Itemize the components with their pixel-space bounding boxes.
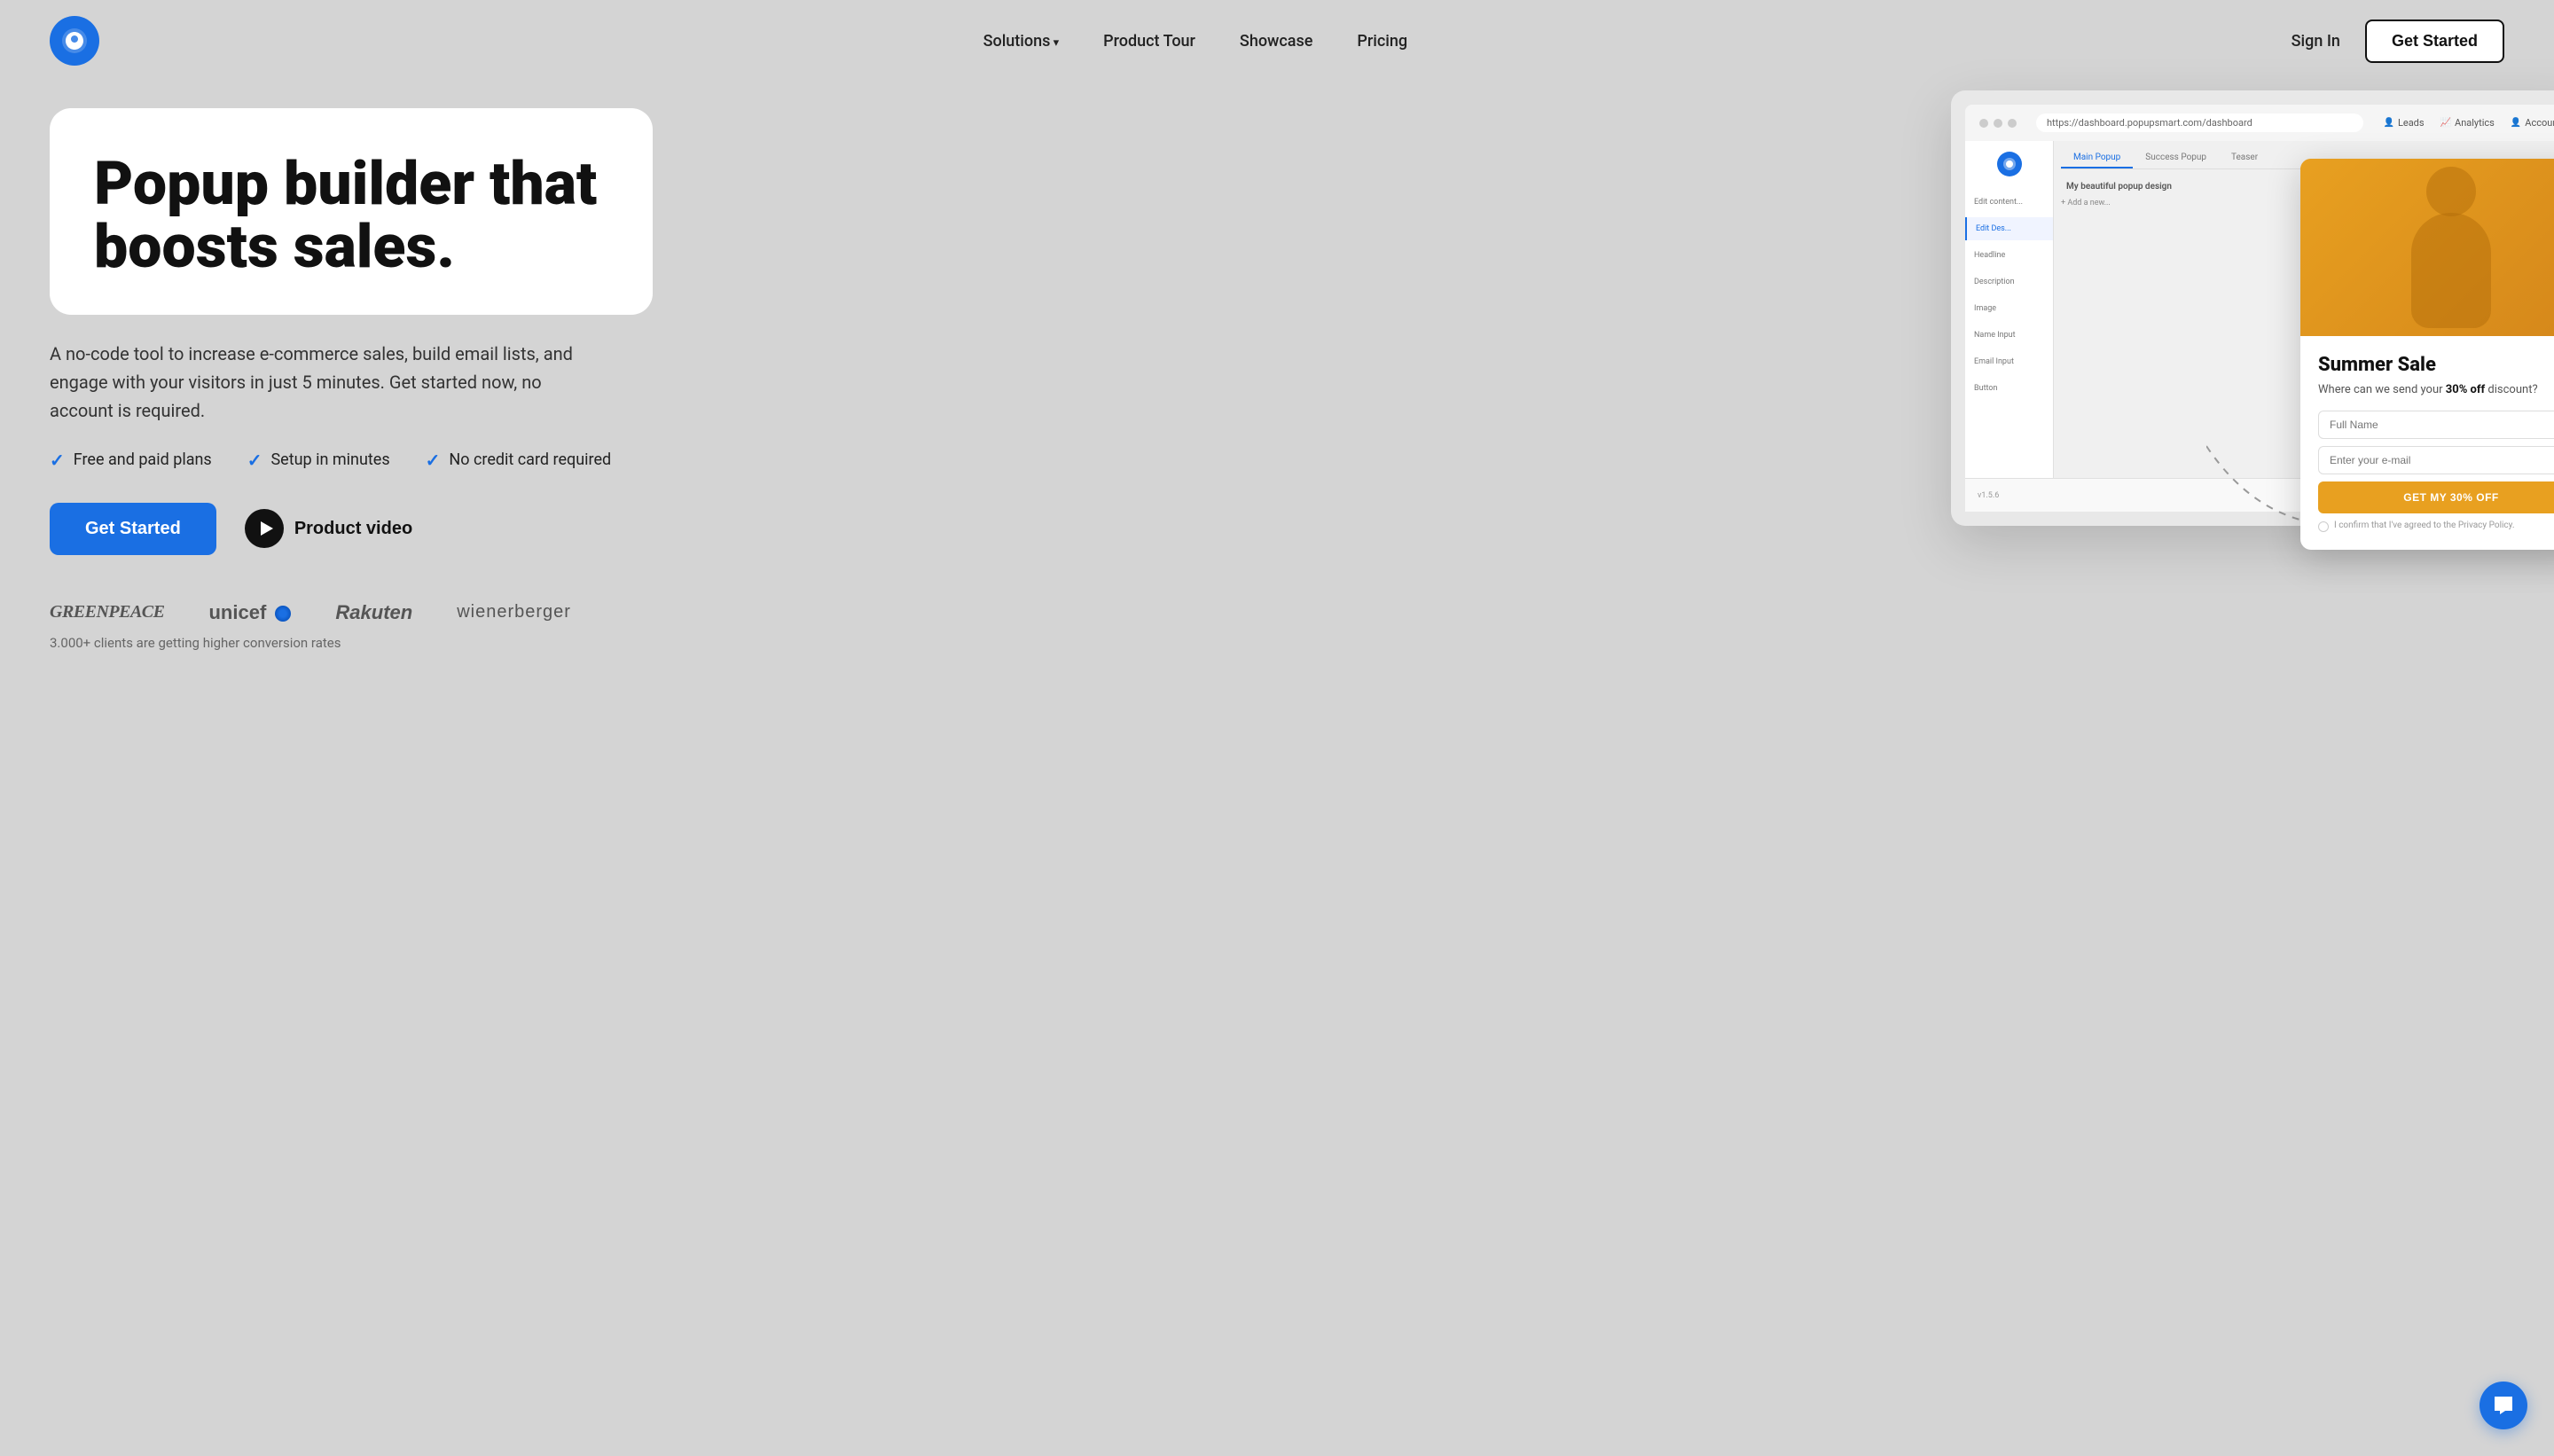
browser-bar: https://dashboard.popupsmart.com/dashboa…: [1965, 105, 2554, 141]
brand-greenpeace: GREENPEACE: [50, 602, 164, 622]
tab-main-popup[interactable]: Main Popup: [2061, 148, 2133, 168]
check-label-setup: Setup in minutes: [270, 450, 389, 469]
nav-link-pricing[interactable]: Pricing: [1357, 32, 1407, 51]
nav-link-showcase[interactable]: Showcase: [1240, 32, 1312, 51]
logo[interactable]: [50, 16, 99, 66]
version-label: v1.5.6: [1978, 491, 1999, 500]
popup-email-input[interactable]: [2318, 446, 2554, 474]
sidebar-edit-design[interactable]: Edit Des...: [1965, 217, 2053, 240]
popup-privacy-text: I confirm that I've agreed to the Privac…: [2334, 521, 2515, 530]
product-video-label: Product video: [294, 519, 412, 539]
popup-subtitle: Where can we send your 30% off discount?: [2318, 383, 2554, 396]
dashboard-sidebar: Edit content... Edit Des... Headline Des…: [1965, 141, 2054, 478]
popup-overlay: ✕ Summer Sale Where can we send your 30%…: [2300, 159, 2554, 550]
hero-headline: Popup builder that boosts sales.: [94, 153, 608, 279]
popup-title: Summer Sale: [2318, 354, 2554, 376]
browser-nav-right: 👤 Leads 📈 Analytics 👤 Account: [2383, 117, 2554, 129]
nav-item-showcase[interactable]: Showcase: [1240, 32, 1312, 51]
dash-logo-icon: [1997, 152, 2022, 176]
check-item-credit: ✓ No credit card required: [426, 450, 612, 471]
tab-teaser[interactable]: Teaser: [2219, 148, 2270, 168]
tab-success-popup[interactable]: Success Popup: [2133, 148, 2219, 168]
nav-right: Sign In Get Started: [2292, 20, 2504, 63]
sidebar-email-input[interactable]: Email Input: [1965, 350, 2053, 373]
clients-text: 3.000+ clients are getting higher conver…: [50, 635, 1326, 651]
analytics-label: Analytics: [2455, 117, 2495, 129]
hero-section: Popup builder that boosts sales. A no-co…: [0, 82, 2554, 702]
dashboard-main: Main Popup Success Popup Teaser My beaut…: [2054, 141, 2554, 478]
nav-link-product-tour[interactable]: Product Tour: [1103, 32, 1195, 51]
popup-form: Summer Sale Where can we send your 30% o…: [2300, 336, 2554, 550]
popup-name-input[interactable]: [2318, 411, 2554, 439]
sidebar-image[interactable]: Image: [1965, 297, 2053, 320]
logo-icon: [50, 16, 99, 66]
brand-wienerberger: wienerberger: [457, 602, 571, 622]
nav-link-solutions[interactable]: Solutions: [983, 32, 1060, 51]
check-item-plans: ✓ Free and paid plans: [50, 450, 212, 471]
brand-unicef: unicef: [208, 601, 291, 624]
check-icon-plans: ✓: [50, 450, 65, 471]
dot-red: [1979, 119, 1988, 128]
chat-button[interactable]: [2480, 1382, 2527, 1429]
headline-card: Popup builder that boosts sales.: [50, 108, 653, 315]
sidebar-edit-content[interactable]: Edit content...: [1965, 191, 2053, 214]
product-video-button[interactable]: Product video: [245, 509, 412, 548]
brand-logos: GREENPEACE unicef Rakuten wienerberger: [50, 601, 1326, 624]
browser-leads: 👤 Leads: [2383, 117, 2424, 129]
nav-links: Solutions Product Tour Showcase Pricing: [983, 32, 1407, 51]
dot-green: [2008, 119, 2017, 128]
sidebar-button[interactable]: Button: [1965, 377, 2053, 400]
dot-yellow: [1994, 119, 2002, 128]
dashboard-mockup: https://dashboard.popupsmart.com/dashboa…: [1951, 90, 2554, 526]
check-icon-setup: ✓: [247, 450, 262, 471]
hero-subtitle: A no-code tool to increase e-commerce sa…: [50, 340, 599, 425]
checkmarks: ✓ Free and paid plans ✓ Setup in minutes…: [50, 450, 1326, 471]
leads-label: Leads: [2398, 117, 2425, 129]
nav-item-solutions[interactable]: Solutions: [983, 32, 1060, 51]
popup-person-image: [2300, 159, 2554, 336]
sidebar-name-input[interactable]: Name Input: [1965, 324, 2053, 347]
check-label-credit: No credit card required: [449, 450, 611, 469]
popup-image-section: ✕: [2300, 159, 2554, 336]
hero-right: https://dashboard.popupsmart.com/dashboa…: [1951, 90, 2554, 526]
unicef-globe-icon: [275, 606, 291, 622]
cta-row: Get Started Product video: [50, 503, 1326, 555]
popup-privacy: I confirm that I've agreed to the Privac…: [2318, 521, 2554, 532]
brand-rakuten: Rakuten: [335, 601, 412, 624]
browser-analytics: 📈 Analytics: [2440, 117, 2495, 129]
browser-account: 👤 Account: [2511, 117, 2554, 129]
nav-item-product-tour[interactable]: Product Tour: [1103, 32, 1195, 51]
get-started-button-hero[interactable]: Get Started: [50, 503, 216, 555]
check-item-setup: ✓ Setup in minutes: [247, 450, 390, 471]
navbar: Solutions Product Tour Showcase Pricing …: [0, 0, 2554, 82]
nav-item-pricing[interactable]: Pricing: [1357, 32, 1407, 51]
account-label: Account: [2525, 117, 2554, 129]
sidebar-headline[interactable]: Headline: [1965, 244, 2053, 267]
browser-dots: [1979, 119, 2017, 128]
chat-icon: [2491, 1393, 2516, 1418]
sidebar-description[interactable]: Description: [1965, 270, 2053, 294]
sign-in-link[interactable]: Sign In: [2292, 32, 2340, 51]
url-bar[interactable]: https://dashboard.popupsmart.com/dashboa…: [2036, 114, 2363, 132]
check-label-plans: Free and paid plans: [74, 450, 212, 469]
hero-left: Popup builder that boosts sales. A no-co…: [50, 108, 1326, 651]
privacy-checkbox[interactable]: [2318, 521, 2329, 532]
get-started-button-nav[interactable]: Get Started: [2365, 20, 2504, 63]
check-icon-credit: ✓: [426, 450, 441, 471]
dashboard-content: Edit content... Edit Des... Headline Des…: [1965, 141, 2554, 478]
youtube-icon: [245, 509, 284, 548]
popup-submit-button[interactable]: GET MY 30% OFF: [2318, 481, 2554, 513]
brands-section: GREENPEACE unicef Rakuten wienerberger 3…: [50, 601, 1326, 651]
